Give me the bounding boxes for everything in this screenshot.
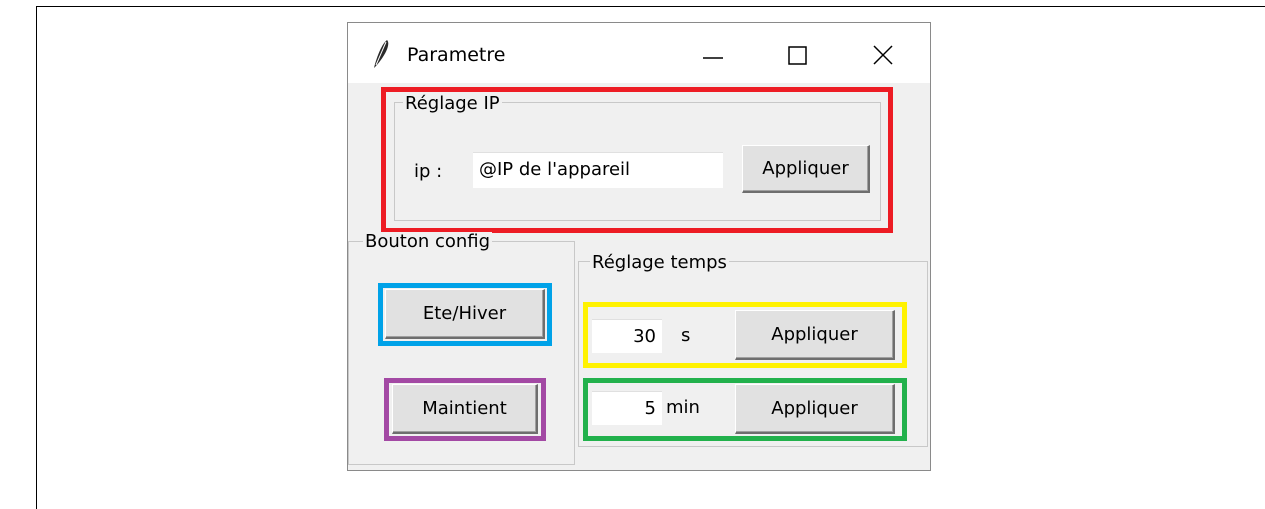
frame-border-top [36, 6, 1265, 7]
hold-highlight-box [384, 378, 546, 441]
close-icon [873, 45, 893, 65]
frame-border-left [36, 6, 37, 509]
minutes-highlight-box [583, 378, 907, 441]
feather-icon [370, 38, 392, 70]
window-title: Parametre [407, 44, 506, 66]
button-config-legend: Bouton config [363, 231, 493, 252]
ip-highlight-box [381, 87, 893, 233]
season-highlight-box [378, 283, 552, 346]
title-bar[interactable]: Parametre [348, 23, 930, 83]
parametre-window: Parametre Réglage IP ip : @IP de l'appar… [347, 22, 931, 471]
maximize-button[interactable] [768, 31, 828, 77]
close-button[interactable] [853, 31, 913, 77]
minimize-icon [703, 57, 723, 59]
time-settings-legend: Réglage temps [590, 252, 729, 273]
seconds-highlight-box [583, 302, 907, 368]
maximize-icon [788, 46, 807, 65]
minimize-button[interactable] [683, 31, 743, 77]
